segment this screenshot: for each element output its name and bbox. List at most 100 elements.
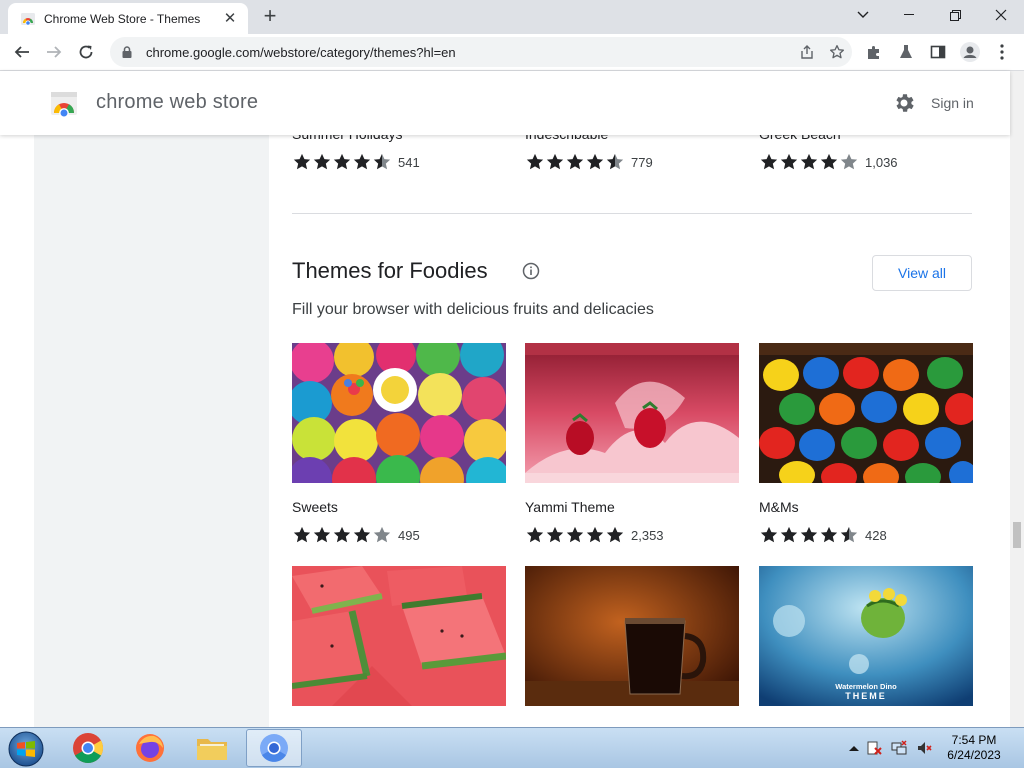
firefox-icon [136, 734, 164, 762]
star-full-icon [780, 526, 798, 543]
minimize-icon [904, 14, 914, 15]
tab-search-button[interactable] [840, 0, 886, 30]
star-full-icon [566, 526, 584, 543]
close-window-button[interactable] [978, 0, 1024, 30]
star-full-icon [800, 153, 818, 170]
menu-button[interactable] [988, 38, 1016, 66]
star-half-icon [840, 526, 858, 543]
star-full-icon [800, 526, 818, 543]
reload-button[interactable] [72, 38, 100, 66]
theme-rating: 428 [759, 525, 887, 545]
forward-button[interactable] [40, 38, 68, 66]
show-hidden-icons-icon[interactable] [846, 740, 862, 756]
volume-muted-icon[interactable] [916, 740, 932, 756]
new-tab-button[interactable]: + [258, 5, 282, 29]
star-full-icon [526, 153, 544, 170]
windows-start-icon[interactable] [6, 730, 46, 768]
star-outline-icon [830, 45, 844, 59]
share-button[interactable] [792, 37, 822, 67]
star-empty-icon [840, 153, 858, 170]
page-scrollbar[interactable] [1010, 71, 1024, 727]
view-all-button[interactable]: View all [872, 255, 972, 291]
rating-count: 2,353 [631, 527, 664, 543]
puzzle-icon [868, 46, 879, 59]
theme-thumbnail[interactable]: Watermelon Dino THEME [759, 566, 973, 706]
sign-in-link[interactable]: Sign in [931, 95, 974, 111]
gear-icon[interactable] [892, 91, 916, 115]
star-full-icon [353, 153, 371, 170]
star-full-icon [820, 526, 838, 543]
taskbar-chrome[interactable] [60, 729, 116, 767]
extensions-button[interactable] [860, 38, 888, 66]
bookmark-button[interactable] [822, 37, 852, 67]
network-icon[interactable] [891, 740, 907, 756]
tab-title: Chrome Web Store - Themes [44, 11, 201, 26]
tab-chrome-web-store[interactable]: Chrome Web Store - Themes ✕ [8, 3, 248, 34]
star-full-icon [820, 153, 838, 170]
theme-thumbnail[interactable] [759, 343, 973, 483]
minimize-button[interactable] [886, 0, 932, 30]
star-full-icon [546, 153, 564, 170]
rating-count: 428 [865, 527, 887, 543]
webstore-logo-icon[interactable] [50, 89, 78, 117]
restore-button[interactable] [932, 0, 978, 30]
star-full-icon [313, 526, 331, 543]
rating-count: 779 [631, 154, 653, 170]
tab-close-icon[interactable]: ✕ [222, 10, 238, 27]
theme-thumbnail[interactable] [525, 343, 739, 483]
lock-icon[interactable] [120, 45, 134, 59]
taskbar-file-explorer[interactable] [184, 729, 240, 767]
star-rating [292, 525, 392, 545]
thumbnail-caption: THEME [845, 691, 887, 701]
star-rating [525, 152, 625, 172]
arrow-left-icon [14, 46, 29, 58]
theme-rating: 541 [292, 152, 420, 172]
theme-thumbnail[interactable] [292, 343, 506, 483]
theme-title[interactable]: Sweets [292, 499, 338, 515]
star-full-icon [313, 153, 331, 170]
star-full-icon [566, 153, 584, 170]
theme-thumbnail[interactable] [292, 566, 506, 706]
star-rating [759, 525, 859, 545]
folder-icon [197, 739, 227, 760]
system-clock[interactable]: 7:54 PM 6/24/2023 [942, 733, 1006, 763]
clock-date: 6/24/2023 [947, 748, 1001, 762]
thumbnail-caption: Watermelon Dino [835, 682, 897, 691]
star-empty-icon [373, 526, 391, 543]
star-full-icon [606, 526, 624, 543]
back-button[interactable] [8, 38, 36, 66]
address-bar[interactable]: chrome.google.com/webstore/category/them… [110, 37, 852, 67]
tab-strip: Chrome Web Store - Themes ✕ + [0, 0, 1024, 34]
chevron-down-icon [857, 11, 869, 18]
page-content: Summer Holidays 541 Indescribable 779 Gr… [0, 71, 1010, 727]
url-text[interactable]: chrome.google.com/webstore/category/them… [146, 45, 792, 60]
theme-thumbnail[interactable] [525, 566, 739, 706]
side-panel-button[interactable] [924, 38, 952, 66]
theme-title[interactable]: M&Ms [759, 499, 799, 515]
star-rating [759, 152, 859, 172]
section-subtitle: Fill your browser with delicious fruits … [292, 301, 654, 318]
theme-title[interactable]: Yammi Theme [525, 499, 615, 515]
store-name[interactable]: chrome web store [96, 91, 258, 114]
sidebar [34, 71, 269, 727]
arrow-right-icon [47, 46, 62, 58]
restore-icon [949, 9, 961, 21]
theme-rating: 495 [292, 525, 420, 545]
star-full-icon [333, 526, 351, 543]
star-full-icon [353, 526, 371, 543]
scrollbar-thumb[interactable] [1013, 522, 1021, 548]
section-divider [292, 213, 972, 214]
avatar-icon [960, 42, 980, 62]
star-half-icon [373, 153, 391, 170]
info-icon[interactable] [522, 262, 540, 280]
profile-button[interactable] [956, 38, 984, 66]
reload-icon [79, 45, 93, 59]
star-full-icon [293, 526, 311, 543]
close-icon [995, 9, 1007, 21]
labs-button[interactable] [892, 38, 920, 66]
star-full-icon [760, 526, 778, 543]
action-center-icon[interactable] [866, 740, 882, 756]
taskbar-chromium-active[interactable] [246, 729, 302, 767]
taskbar-firefox[interactable] [122, 729, 178, 767]
windows-taskbar: 7:54 PM 6/24/2023 [0, 727, 1024, 768]
